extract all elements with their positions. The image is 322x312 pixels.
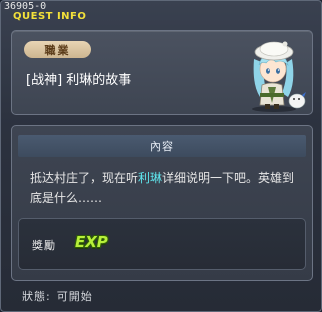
quest-description: 抵达村庄了，现在听利琳详细说明一下吧。英雄到底是什么…… xyxy=(30,168,302,208)
description-text: 抵达村庄了，现在听 xyxy=(30,171,139,185)
content-panel: 內容 抵达村庄了，现在听利琳详细说明一下吧。英雄到底是什么…… 獎勵 EXP xyxy=(11,125,313,281)
quest-name: [战神] 利琳的故事 xyxy=(26,73,132,88)
quest-status: 狀態: 可開始 xyxy=(22,288,93,304)
reward-box: 獎勵 EXP xyxy=(18,218,306,270)
job-badge: 職業 xyxy=(24,41,91,58)
reward-label: 獎勵 xyxy=(32,239,56,252)
npc-lilin-portrait xyxy=(252,41,306,112)
quest-info-window: 36905-0 QUEST INFO 職業 [战神] 利琳的故事 內容 抵达村庄… xyxy=(0,0,322,312)
window-title: QUEST INFO xyxy=(13,11,87,22)
npc-name-highlight: 利琳 xyxy=(138,171,163,185)
status-value: 可開始 xyxy=(56,290,93,303)
exp-reward-icon: EXP xyxy=(75,233,108,251)
job-panel: 職業 [战神] 利琳的故事 xyxy=(11,30,313,115)
content-header: 內容 xyxy=(18,135,306,157)
status-label: 狀態: xyxy=(22,290,51,303)
